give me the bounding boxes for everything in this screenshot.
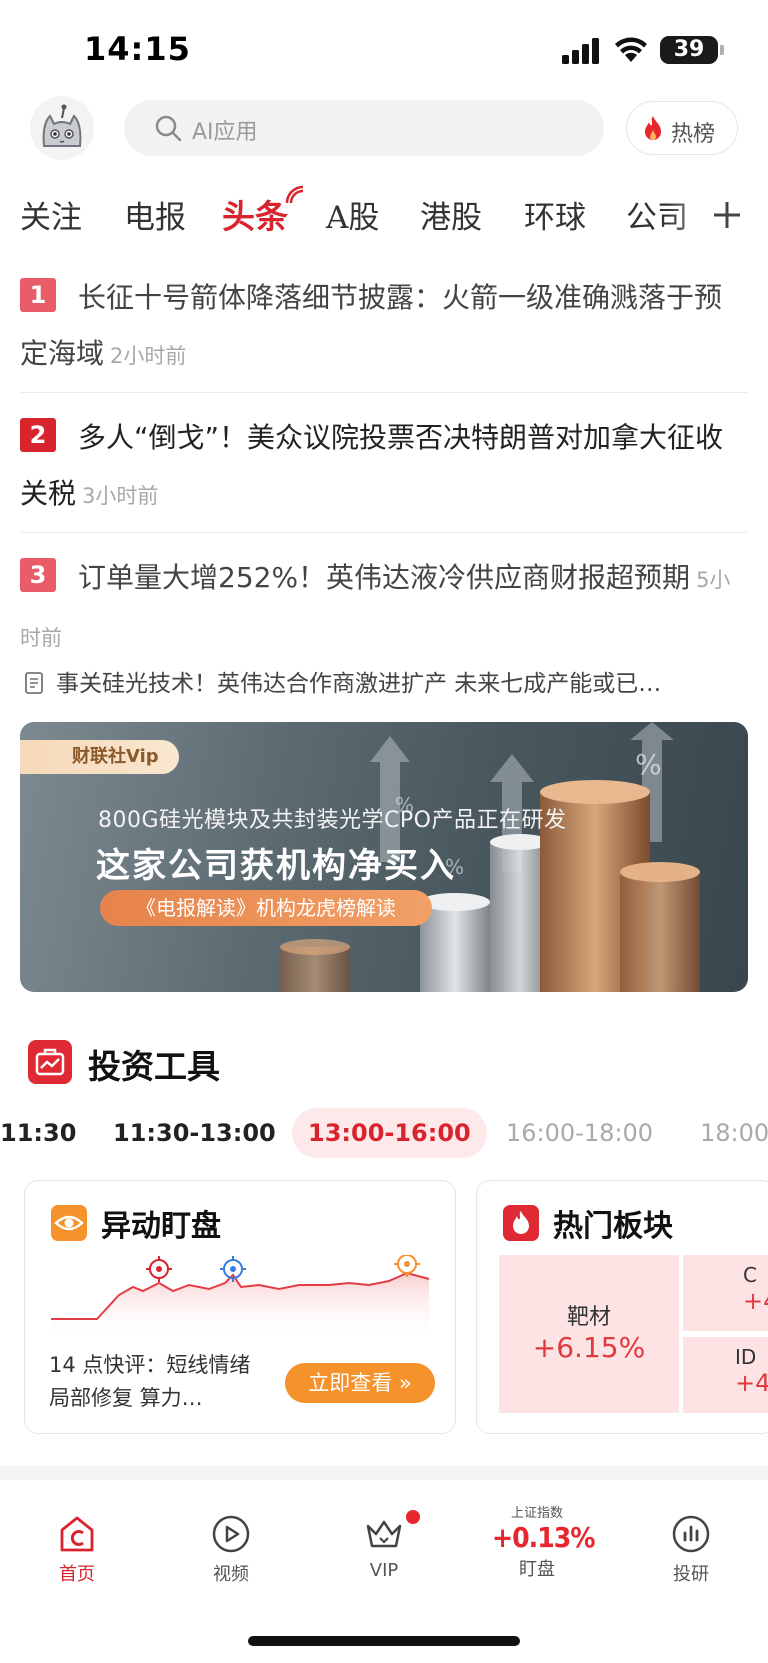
alert-marker-icon — [146, 1256, 172, 1282]
wifi-icon — [615, 37, 647, 62]
tools-title: 投资工具 — [88, 1047, 220, 1086]
time-slot[interactable]: 18:00 — [700, 1108, 768, 1158]
nav-video-label: 视频 — [213, 1564, 249, 1585]
status-time: 14:15 — [84, 30, 191, 68]
time-slot[interactable]: 11:30 — [0, 1108, 76, 1158]
headline-item[interactable]: 1 长征十号箭体降落细节披露：火箭一级准确溅落于预定海域 2小时前 — [20, 270, 748, 384]
tab-a-shares[interactable]: A股 — [326, 192, 379, 237]
promo-banner[interactable]: % % % 财联社Vip 800G硅光模块及共封装光学CPO产品正在研发 这家公… — [20, 722, 748, 992]
headline-time: 3小时前 — [82, 484, 159, 508]
rank-badge: 2 — [20, 418, 56, 452]
eye-icon — [51, 1205, 87, 1241]
briefcase-chart-icon — [28, 1040, 72, 1084]
headline-time: 2小时前 — [110, 344, 187, 368]
headline-title: 订单量大增252%！英伟达液冷供应商财报超预期 — [78, 561, 691, 594]
bar-chart-icon — [672, 1515, 710, 1553]
index-name: 上证指数 — [510, 1506, 563, 1521]
banner-cta-button[interactable]: 《电报解读》机构龙虎榜解读 — [100, 890, 432, 926]
nav-home-label: 首页 — [59, 1564, 95, 1585]
search-icon — [155, 115, 182, 142]
hot-list-button[interactable]: 热榜 — [626, 101, 738, 155]
fire-icon — [645, 116, 661, 140]
sector-name: ID — [735, 1345, 757, 1369]
nav-separator — [0, 1466, 768, 1480]
banner-headline: 这家公司获机构净买入 — [96, 846, 456, 886]
sector-change: +6.15% — [532, 1331, 646, 1364]
tab-telegraph[interactable]: 电报 — [124, 192, 186, 237]
document-icon — [25, 672, 43, 694]
divider — [20, 392, 748, 393]
sector-tile[interactable]: ID +4 — [683, 1337, 768, 1413]
watch-card[interactable]: 异动盯盘 14 点快评：短线情绪局部修复 算力… 立即查看 » — [24, 1180, 456, 1434]
add-channel-icon[interactable] — [712, 200, 742, 230]
tab-hk-shares[interactable]: 港股 — [420, 192, 482, 237]
headline-item[interactable]: 2 多人“倒戈”！美众议院投票否决特朗普对加拿大征收关税 3小时前 — [20, 410, 748, 524]
divider — [20, 532, 748, 533]
watch-card-title: 异动盯盘 — [101, 1209, 221, 1244]
headline-text: 2 多人“倒戈”！美众议院投票否决特朗普对加拿大征收关税 3小时前 — [20, 418, 723, 510]
alert-marker-icon — [220, 1256, 246, 1282]
home-indicator — [248, 1636, 520, 1646]
hot-sectors-card[interactable]: 热门板块 靶材 +6.15% C +4 ID +4 — [476, 1180, 768, 1434]
headline-text: 1 长征十号箭体降落细节披露：火箭一级准确溅落于预定海域 2小时前 — [20, 278, 722, 370]
crown-icon — [366, 1520, 402, 1548]
fire-icon — [503, 1205, 539, 1241]
status-bar: 14:15 39 — [0, 0, 768, 92]
headline-item[interactable]: 3 订单量大增252%！英伟达液冷供应商财报超预期 5小时前 — [20, 550, 748, 666]
sector-name: 靶材 — [566, 1305, 611, 1330]
hot-list-label: 热榜 — [671, 122, 716, 147]
cellular-signal-icon — [562, 38, 599, 64]
sector-change: +4 — [735, 1369, 768, 1397]
rank-badge: 3 — [20, 558, 56, 592]
nav-research[interactable]: 投研 — [646, 1514, 736, 1586]
related-news-text: 事关硅光技术！英伟达合作商激进扩产 未来七成产能或已… — [56, 671, 662, 697]
battery-icon: 39 — [660, 36, 718, 64]
headline-text: 3 订单量大增252%！英伟达液冷供应商财报超预期 5小时前 — [20, 558, 730, 652]
nav-video[interactable]: 视频 — [186, 1514, 276, 1586]
time-slot[interactable]: 16:00-18:00 — [506, 1108, 653, 1158]
view-now-button[interactable]: 立即查看 » — [285, 1363, 435, 1403]
battery-level: 39 — [673, 37, 705, 62]
svg-text:%: % — [635, 748, 662, 781]
sector-change: +4 — [743, 1287, 768, 1315]
related-news[interactable]: 事关硅光技术！英伟达合作商激进扩产 未来七成产能或已… — [24, 664, 744, 700]
time-slot-active[interactable]: 13:00-16:00 — [292, 1108, 487, 1158]
home-icon — [60, 1516, 94, 1552]
tab-global[interactable]: 环球 — [524, 192, 586, 237]
play-icon — [212, 1515, 250, 1553]
avatar[interactable] — [30, 96, 94, 160]
index-change: +0.13% — [492, 1521, 596, 1554]
intraday-sparkline — [51, 1255, 430, 1341]
sector-tile[interactable]: 靶材 +6.15% — [499, 1255, 679, 1413]
quick-comment: 14 点快评：短线情绪局部修复 算力… — [49, 1353, 251, 1410]
tab-follow[interactable]: 关注 — [20, 192, 82, 237]
vip-tag: 财联社Vip — [20, 740, 179, 774]
sector-name: C — [743, 1263, 757, 1287]
nav-research-label: 投研 — [673, 1564, 709, 1585]
broadcast-icon — [285, 185, 304, 204]
alert-marker-icon — [394, 1255, 420, 1277]
time-slot-tabs: 11:30 11:30-13:00 13:00-16:00 16:00-18:0… — [0, 1108, 768, 1158]
cat-avatar-icon — [30, 96, 94, 160]
banner-subtitle: 800G硅光模块及共封装光学CPO产品正在研发 — [98, 808, 567, 833]
battery-tip — [720, 45, 724, 55]
sector-tile[interactable]: C +4 — [683, 1255, 768, 1331]
nav-home[interactable]: 首页 — [32, 1514, 122, 1586]
nav-watch-label: 盯盘 — [519, 1559, 555, 1580]
hot-sectors-title: 热门板块 — [553, 1209, 673, 1244]
search-bar[interactable]: AI应用 — [124, 100, 604, 156]
nav-vip-label: VIP — [369, 1560, 399, 1581]
rank-badge: 1 — [20, 278, 56, 312]
nav-vip[interactable]: VIP — [339, 1514, 429, 1581]
notification-dot — [406, 1510, 420, 1524]
tab-headlines[interactable]: 头条 — [222, 190, 288, 238]
time-slot[interactable]: 11:30-13:00 — [113, 1108, 276, 1158]
nav-watch[interactable]: 上证指数 +0.13% 盯盘 — [492, 1502, 596, 1581]
search-placeholder: AI应用 — [192, 120, 258, 145]
channel-tabs: 关注 电报 头条 A股 港股 环球 公司 — [0, 182, 768, 246]
